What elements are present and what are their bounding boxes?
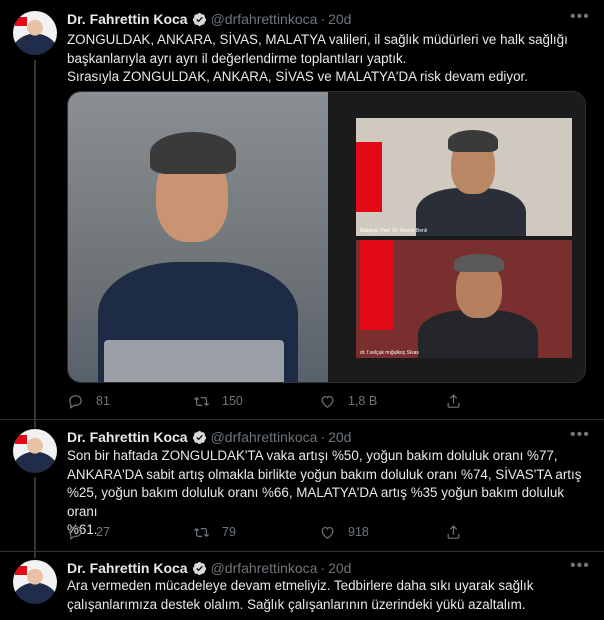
tweet-3[interactable]: Dr. Fahrettin Koca @drfahrettinkoca · 20… — [0, 552, 604, 620]
author-name[interactable]: Dr. Fahrettin Koca — [67, 429, 188, 445]
share-button[interactable] — [445, 524, 475, 541]
tweet-text-line: %25, yoğun bakım doluluk oranı %66, MALA… — [67, 485, 565, 519]
video-panel-malatya: Malatya, Prof. Dr. Recep Benli — [356, 118, 572, 236]
tweet-header: Dr. Fahrettin Koca @drfahrettinkoca · 20… — [67, 427, 351, 447]
like-button[interactable]: 918 — [319, 524, 427, 541]
video-panel-sivas: dr. f.selçuk mığulkoç Sivas — [356, 240, 572, 358]
video-call-panels: Malatya, Prof. Dr. Recep Benli dr. f.sel… — [328, 92, 585, 382]
reply-button[interactable]: 81 — [67, 393, 175, 410]
author-handle[interactable]: @drfahrettinkoca — [211, 429, 318, 445]
tweet-text-line: ZONGULDAK, ANKARA, SİVAS, MALATYA valile… — [67, 32, 568, 47]
like-button[interactable]: 1,8 B — [319, 393, 427, 410]
retweet-count: 150 — [222, 394, 243, 408]
verified-badge-icon — [192, 12, 206, 26]
tweet-date[interactable]: 20d — [328, 560, 351, 576]
separator-dot: · — [320, 560, 326, 576]
tweet-text-line: başkanlarıyla ayrı ayrı il değerlendirme… — [67, 50, 407, 66]
tweet-actions: 81 150 1,8 B — [67, 391, 497, 411]
thread-line — [34, 420, 36, 428]
reply-button[interactable]: 27 — [67, 524, 175, 541]
tweet-date[interactable]: 20d — [328, 429, 351, 445]
retweet-count: 79 — [222, 525, 236, 539]
tweet-text: Ara vermeden mücadeleye devam etmeliyiz.… — [67, 577, 587, 614]
share-button[interactable] — [445, 393, 475, 410]
more-icon[interactable]: ••• — [570, 427, 589, 448]
tweet-text: ZONGULDAK, ANKARA, SİVAS, MALATYA valile… — [67, 31, 587, 87]
tweet-text-line: Sırasıyla ZONGULDAK, ANKARA, SİVAS ve MA… — [67, 69, 528, 84]
author-handle[interactable]: @drfahrettinkoca — [211, 560, 318, 576]
reply-count: 27 — [96, 525, 110, 539]
reply-count: 81 — [96, 394, 110, 408]
reply-icon — [69, 525, 82, 540]
share-icon — [447, 393, 460, 408]
thread-line — [34, 60, 36, 420]
author-handle[interactable]: @drfahrettinkoca — [211, 11, 318, 27]
author-avatar[interactable] — [13, 429, 57, 473]
tweet-date[interactable]: 20d — [328, 11, 351, 27]
tweet-header: Dr. Fahrettin Koca @drfahrettinkoca · 20… — [67, 558, 351, 578]
tweet-1[interactable]: Dr. Fahrettin Koca @drfahrettinkoca · 20… — [0, 0, 604, 420]
tweet-media-image[interactable]: Malatya, Prof. Dr. Recep Benli dr. f.sel… — [67, 91, 586, 383]
share-icon — [447, 524, 460, 539]
retweet-icon — [193, 527, 210, 537]
author-name[interactable]: Dr. Fahrettin Koca — [67, 560, 188, 576]
video-caption: dr. f.selçuk mığulkoç Sivas — [360, 350, 419, 356]
like-count: 918 — [348, 525, 369, 539]
tweet-text-line: çalışanlarımıza destek olalım. Sağlık ça… — [67, 596, 526, 612]
separator-dot: · — [320, 11, 326, 27]
thread-line — [34, 552, 36, 558]
retweet-icon — [193, 396, 210, 406]
verified-badge-icon — [192, 430, 206, 444]
author-name[interactable]: Dr. Fahrettin Koca — [67, 11, 188, 27]
author-avatar[interactable] — [13, 11, 57, 55]
thread-line — [34, 477, 36, 552]
reply-icon — [69, 394, 82, 409]
tweet-2[interactable]: Dr. Fahrettin Koca @drfahrettinkoca · 20… — [0, 420, 604, 552]
verified-badge-icon — [192, 561, 206, 575]
retweet-button[interactable]: 79 — [193, 524, 301, 541]
like-icon — [321, 526, 334, 539]
tweet-text-line: ANKARA'DA sabit artış olmakla birlikte y… — [67, 466, 582, 482]
more-icon[interactable]: ••• — [570, 9, 589, 30]
tweet-actions: 27 79 918 — [67, 522, 497, 542]
retweet-button[interactable]: 150 — [193, 393, 301, 410]
photo-minister — [68, 92, 328, 382]
tweet-header: Dr. Fahrettin Koca @drfahrettinkoca · 20… — [67, 9, 351, 29]
separator-dot: · — [320, 429, 326, 445]
author-avatar[interactable] — [13, 560, 57, 604]
video-caption: Malatya, Prof. Dr. Recep Benli — [360, 228, 427, 234]
tweet-text-line: Ara vermeden mücadeleye devam etmeliyiz.… — [67, 578, 534, 593]
tweet-text-line: Son bir haftada ZONGULDAK'TA vaka artışı… — [67, 448, 558, 463]
like-count: 1,8 B — [348, 394, 378, 408]
like-icon — [321, 395, 334, 408]
